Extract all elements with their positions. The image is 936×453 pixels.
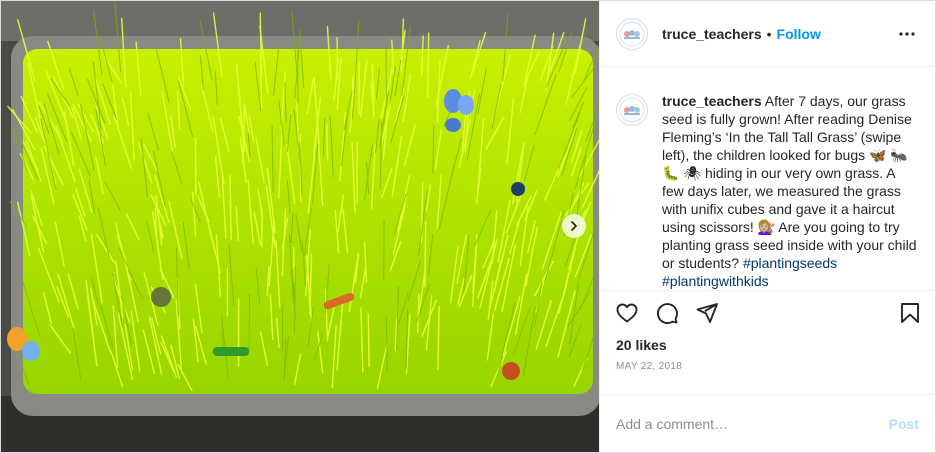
grass-photo-illustration xyxy=(1,1,599,452)
post-photo[interactable] xyxy=(1,1,599,452)
post-date[interactable]: MAY 22, 2018 xyxy=(600,361,935,378)
caption-body: After 7 days, our grass seed is fully gr… xyxy=(662,93,917,272)
avatar-logo-icon xyxy=(619,97,645,123)
more-horizontal-icon xyxy=(899,31,915,36)
chevron-right-icon xyxy=(571,221,577,231)
avatar[interactable] xyxy=(616,94,648,127)
avatar[interactable] xyxy=(616,17,648,50)
next-photo-button[interactable] xyxy=(562,214,586,238)
share-icon xyxy=(696,303,718,324)
hashtag-link[interactable]: #plantingseeds xyxy=(743,255,837,271)
comment-icon xyxy=(657,303,678,325)
caterpillar-toy xyxy=(213,347,249,356)
heart-icon xyxy=(616,303,638,323)
follow-button[interactable]: Follow xyxy=(777,26,821,42)
dragonfly-toy xyxy=(151,287,171,307)
avatar-logo-icon xyxy=(619,21,645,47)
more-options-button[interactable] xyxy=(895,22,919,46)
comment-button[interactable] xyxy=(654,300,680,326)
comment-input[interactable] xyxy=(616,415,889,432)
post-side-panel: truce_teachers • Follow truce_teachers A… xyxy=(599,1,935,452)
likes-count[interactable]: 20 likes xyxy=(600,335,935,355)
caption-text: truce_teachers After 7 days, our grass s… xyxy=(662,92,919,290)
like-button[interactable] xyxy=(614,300,640,326)
caption-area: truce_teachers After 7 days, our grass s… xyxy=(600,67,935,292)
comment-form: Post xyxy=(600,394,935,452)
post-comment-button[interactable]: Post xyxy=(889,416,919,432)
separator-dot: • xyxy=(766,25,772,42)
bookmark-icon xyxy=(901,303,919,324)
caption-username[interactable]: truce_teachers xyxy=(662,93,762,109)
hashtag-link[interactable]: #plantingwithkids xyxy=(662,273,769,289)
share-button[interactable] xyxy=(694,300,720,326)
save-button[interactable] xyxy=(897,300,923,326)
post-header: truce_teachers • Follow xyxy=(600,1,935,68)
instagram-post: truce_teachers • Follow truce_teachers A… xyxy=(0,0,936,453)
header-username[interactable]: truce_teachers xyxy=(662,26,762,42)
scorpion-toy xyxy=(502,362,520,380)
action-bar xyxy=(600,291,935,335)
beetle-toy xyxy=(511,182,525,196)
